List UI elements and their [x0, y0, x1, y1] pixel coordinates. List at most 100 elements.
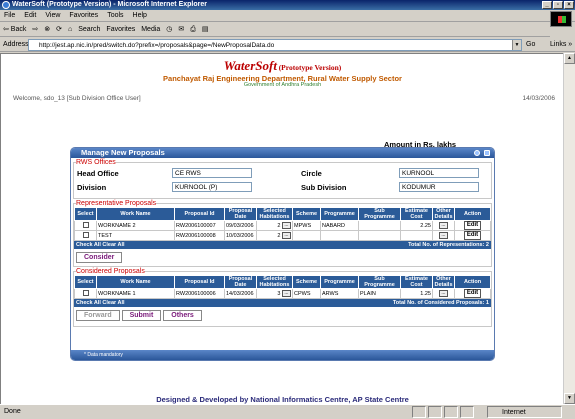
- scroll-down-icon[interactable]: ▼: [564, 393, 575, 404]
- refresh-icon[interactable]: [474, 150, 480, 156]
- col-sub-programme: Sub Programme: [358, 275, 401, 289]
- col-select: Select: [74, 207, 97, 221]
- circle-label: Circle: [301, 169, 322, 178]
- page-content: WaterSoft (Prototype Version) Panchayat …: [0, 53, 563, 404]
- edit-button[interactable]: Edit: [463, 231, 482, 240]
- minimize-button[interactable]: _: [542, 1, 552, 9]
- brand-version: (Prototype Version): [278, 63, 342, 72]
- estimate-cost: [400, 230, 433, 241]
- table-row: WORKNAME 1 RW2006100006 14/03/2006 3 ... CPW…: [74, 288, 491, 299]
- submit-button[interactable]: Submit: [121, 310, 162, 321]
- habitations-button[interactable]: ...: [282, 231, 291, 239]
- row-checkbox[interactable]: [82, 232, 89, 239]
- scheme: CPWS: [292, 288, 321, 299]
- col-proposal-date: Proposal Date: [224, 275, 257, 289]
- edit-button[interactable]: Edit: [463, 289, 482, 298]
- print-button[interactable]: ⎙: [190, 26, 196, 33]
- vertical-scrollbar[interactable]: ▲ ▼: [563, 53, 575, 404]
- favorites-button[interactable]: Favorites: [106, 26, 135, 33]
- habitations-button[interactable]: ...: [282, 289, 291, 297]
- circle-field[interactable]: KURNOOL: [399, 168, 479, 178]
- habitations-button[interactable]: ...: [282, 221, 291, 229]
- mail-button[interactable]: ✉: [178, 26, 184, 33]
- estimate-cost: 1.25: [400, 288, 433, 299]
- check-all-link[interactable]: Check All: [76, 300, 101, 306]
- rws-offices-section: RWS Offices Head Office CE RWS Circle KU…: [73, 159, 492, 199]
- head-office-field[interactable]: CE RWS: [172, 168, 252, 178]
- col-other-details: Other Details: [432, 275, 455, 289]
- others-button[interactable]: Others: [163, 310, 202, 321]
- window-title: WaterSoft (Prototype Version) - Microsof…: [12, 1, 207, 8]
- scheme: [292, 230, 321, 241]
- sub-division-field[interactable]: KODUMUR: [399, 182, 479, 192]
- menu-view[interactable]: View: [45, 12, 60, 19]
- menu-help[interactable]: Help: [133, 12, 147, 19]
- media-button[interactable]: Media: [141, 26, 160, 33]
- other-details-button[interactable]: ...: [439, 289, 448, 297]
- considered-table: Select Work Name Proposal Id Proposal Date S…: [74, 275, 491, 299]
- clear-all-link[interactable]: Clear All: [102, 300, 124, 306]
- links-button[interactable]: Links »: [550, 38, 572, 52]
- stop-button[interactable]: ⊗: [44, 26, 50, 33]
- welcome-text: Welcome, sdo_13 [Sub Division Office Use…: [13, 95, 141, 102]
- refresh-button[interactable]: ⟳: [56, 26, 62, 33]
- scroll-up-icon[interactable]: ▲: [564, 53, 575, 64]
- forward-button[interactable]: Forward: [76, 310, 120, 321]
- considered-proposals-section: Considered Proposals Select Work Name Prop…: [73, 268, 492, 327]
- maximize-button[interactable]: ▫: [553, 1, 563, 9]
- representative-footer: Check All Clear All Total No. of Represen…: [74, 241, 491, 249]
- history-button[interactable]: ◷: [166, 26, 172, 33]
- save-icon[interactable]: [484, 150, 490, 156]
- search-button[interactable]: Search: [78, 26, 100, 33]
- col-work-name: Work Name: [96, 275, 175, 289]
- work-name: WORKNAME 1: [96, 288, 175, 299]
- work-name: TEST: [96, 230, 175, 241]
- app-brand: WaterSoft (Prototype Version): [1, 58, 564, 74]
- sub-programme: [358, 220, 401, 231]
- forward-button[interactable]: ⇨: [32, 26, 38, 33]
- status-cell: [412, 406, 426, 418]
- menu-edit[interactable]: Edit: [24, 12, 36, 19]
- edit-button[interactable]: Edit: [463, 221, 482, 230]
- address-dropdown-icon[interactable]: ▼: [512, 40, 521, 50]
- menu-favorites[interactable]: Favorites: [69, 12, 98, 19]
- proposal-date: 10/03/2006: [224, 230, 257, 241]
- address-input[interactable]: http://jest.ap.nic.in/pred/switch.do?pre…: [28, 39, 522, 51]
- table-header: Select Work Name Proposal Id Proposal Date S…: [74, 207, 491, 221]
- back-button[interactable]: ⇦ Back: [3, 26, 26, 33]
- brand-name: WaterSoft: [223, 58, 277, 73]
- footer-credit: Designed & Developed by National Informa…: [156, 395, 409, 404]
- scheme: MPWS: [292, 220, 321, 231]
- col-scheme: Scheme: [292, 275, 321, 289]
- edit-page-button[interactable]: ▤: [202, 26, 209, 33]
- panel-header: Manage New Proposals: [71, 148, 494, 158]
- row-checkbox[interactable]: [82, 222, 89, 229]
- table-row: TEST RW2006100008 10/03/2006 2 ...... Edit: [74, 230, 491, 241]
- habitations-count: 2: [277, 222, 281, 229]
- panel-footer-bar: [71, 350, 494, 360]
- table-row: WORKNAME 2 RW2006100007 09/03/2006 2 ... MPW…: [74, 220, 491, 231]
- close-button[interactable]: ×: [564, 1, 574, 9]
- other-details-button[interactable]: ...: [439, 221, 448, 229]
- other-details-button[interactable]: ...: [439, 231, 448, 239]
- col-sub-programme: Sub Programme: [358, 207, 401, 221]
- col-scheme: Scheme: [292, 207, 321, 221]
- programme: NABARD: [320, 220, 359, 231]
- col-proposal-date: Proposal Date: [224, 207, 257, 221]
- check-all-link[interactable]: Check All: [76, 242, 101, 248]
- division-label: Division: [77, 183, 107, 192]
- windows-logo-icon: [550, 11, 572, 27]
- row-checkbox[interactable]: [82, 290, 89, 297]
- consider-button[interactable]: Consider: [76, 252, 123, 263]
- manage-proposals-panel: Manage New Proposals RWS Offices Head Of…: [70, 147, 495, 361]
- status-text: Done: [4, 408, 21, 415]
- clear-all-link[interactable]: Clear All: [102, 242, 124, 248]
- rws-offices-legend: RWS Offices: [76, 159, 116, 166]
- go-button[interactable]: Go: [526, 38, 535, 52]
- menu-file[interactable]: File: [4, 12, 15, 19]
- status-cell: [444, 406, 458, 418]
- proposal-date: 09/03/2006: [224, 220, 257, 231]
- menu-tools[interactable]: Tools: [107, 12, 123, 19]
- division-field[interactable]: KURNOOL (P): [172, 182, 252, 192]
- home-button[interactable]: ⌂: [68, 26, 72, 33]
